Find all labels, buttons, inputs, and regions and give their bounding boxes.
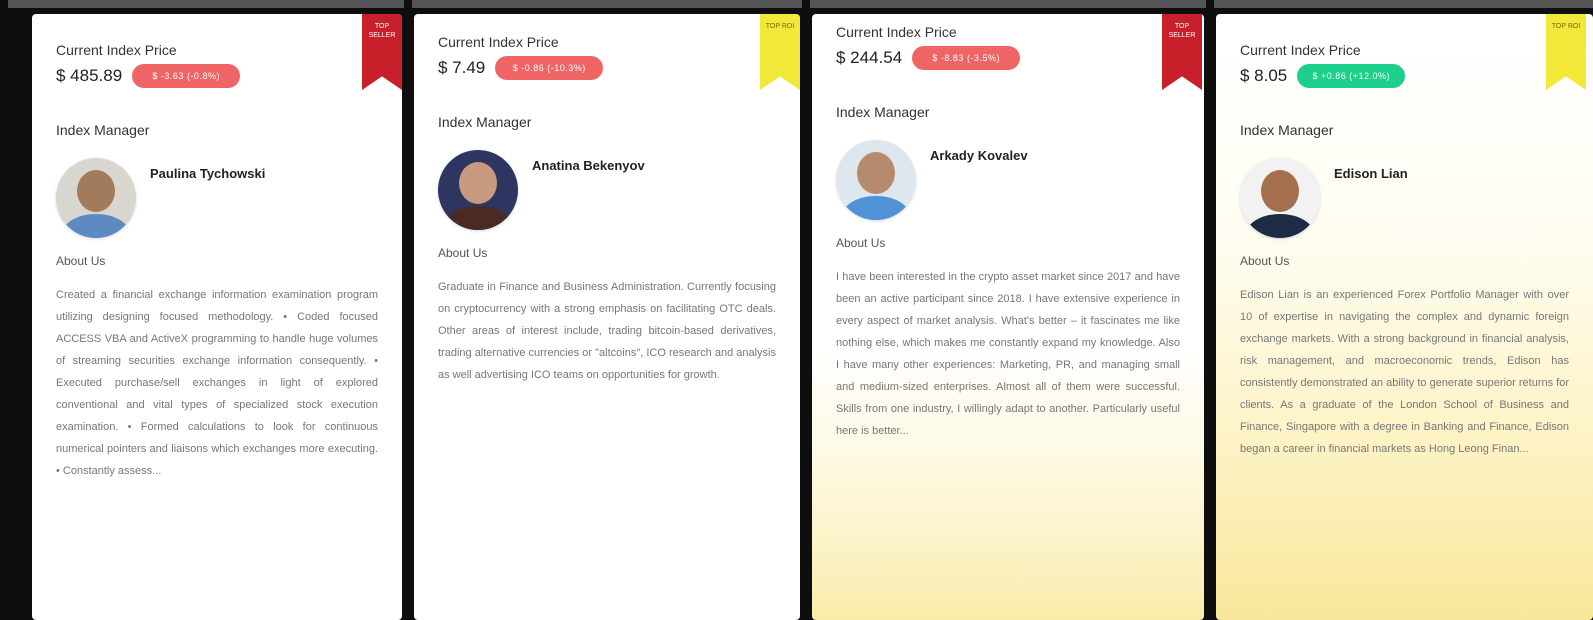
manager-profile[interactable]: Anatina Bekenyov — [438, 150, 776, 230]
screenshot-stage: TOP SELLER Current Index Price $ 485.89 … — [0, 0, 1593, 620]
section-title: Index Manager — [836, 104, 930, 120]
section-title: Index Manager — [438, 114, 532, 130]
manager-name[interactable]: Anatina Bekenyov — [532, 158, 645, 173]
about-title: About Us — [1240, 254, 1290, 268]
price-change-badge: $ -8.83 (-3.5%) — [912, 46, 1021, 70]
current-price: $ 485.89 — [56, 66, 123, 85]
current-price: $ 7.49 — [438, 58, 486, 77]
about-text: I have been interested in the crypto ass… — [836, 271, 1180, 437]
price-row: $ 244.54 $ -8.83 (-3.5%) — [836, 46, 1180, 70]
current-price: $ 244.54 — [836, 48, 903, 67]
avatar[interactable] — [836, 140, 916, 220]
about-text: Edison Lian is an experienced Forex Port… — [1240, 289, 1569, 455]
ribbon-badge: TOP SELLER — [362, 14, 402, 90]
current-price: $ 8.05 — [1240, 66, 1288, 85]
about-title: About Us — [56, 254, 106, 268]
price-change-badge: $ +0.86 (+12.0%) — [1297, 64, 1406, 88]
about-text: Created a financial exchange information… — [56, 289, 378, 477]
avatar[interactable] — [438, 150, 518, 230]
price-row: $ 485.89 $ -3.63 (-0.8%) — [56, 64, 378, 88]
price-label: Current Index Price — [438, 34, 559, 50]
index-card[interactable]: TOP SELLER Current Index Price $ 244.54 … — [812, 14, 1204, 620]
price-change-badge: $ -0.86 (-10.3%) — [495, 56, 604, 80]
about-title: About Us — [438, 246, 488, 260]
manager-name[interactable]: Arkady Kovalev — [930, 148, 1028, 163]
card-top-strip — [1214, 0, 1593, 8]
price-row: $ 8.05 $ +0.86 (+12.0%) — [1240, 64, 1569, 88]
manager-profile[interactable]: Edison Lian — [1240, 158, 1569, 238]
avatar[interactable] — [1240, 158, 1320, 238]
manager-name[interactable]: Paulina Tychowski — [150, 166, 265, 181]
price-label: Current Index Price — [56, 42, 177, 58]
index-card[interactable]: TOP ROI Current Index Price $ 7.49 $ -0.… — [414, 14, 800, 620]
price-label: Current Index Price — [836, 24, 957, 40]
manager-name[interactable]: Edison Lian — [1334, 166, 1408, 181]
avatar[interactable] — [56, 158, 136, 238]
about-title: About Us — [836, 236, 886, 250]
index-card[interactable]: TOP SELLER Current Index Price $ 485.89 … — [32, 14, 402, 620]
card-top-strip — [8, 0, 404, 8]
index-card[interactable]: TOP ROI Current Index Price $ 8.05 $ +0.… — [1216, 14, 1593, 620]
manager-profile[interactable]: Arkady Kovalev — [836, 140, 1180, 220]
section-title: Index Manager — [1240, 122, 1334, 138]
manager-profile[interactable]: Paulina Tychowski — [56, 158, 378, 238]
price-row: $ 7.49 $ -0.86 (-10.3%) — [438, 56, 776, 80]
price-label: Current Index Price — [1240, 42, 1361, 58]
card-top-strip — [810, 0, 1206, 8]
card-top-strip — [412, 0, 802, 8]
about-text: Graduate in Finance and Business Adminis… — [438, 281, 776, 381]
price-change-badge: $ -3.63 (-0.8%) — [132, 64, 241, 88]
ribbon-badge: TOP ROI — [760, 14, 800, 90]
section-title: Index Manager — [56, 122, 150, 138]
ribbon-badge: TOP SELLER — [1162, 14, 1202, 90]
